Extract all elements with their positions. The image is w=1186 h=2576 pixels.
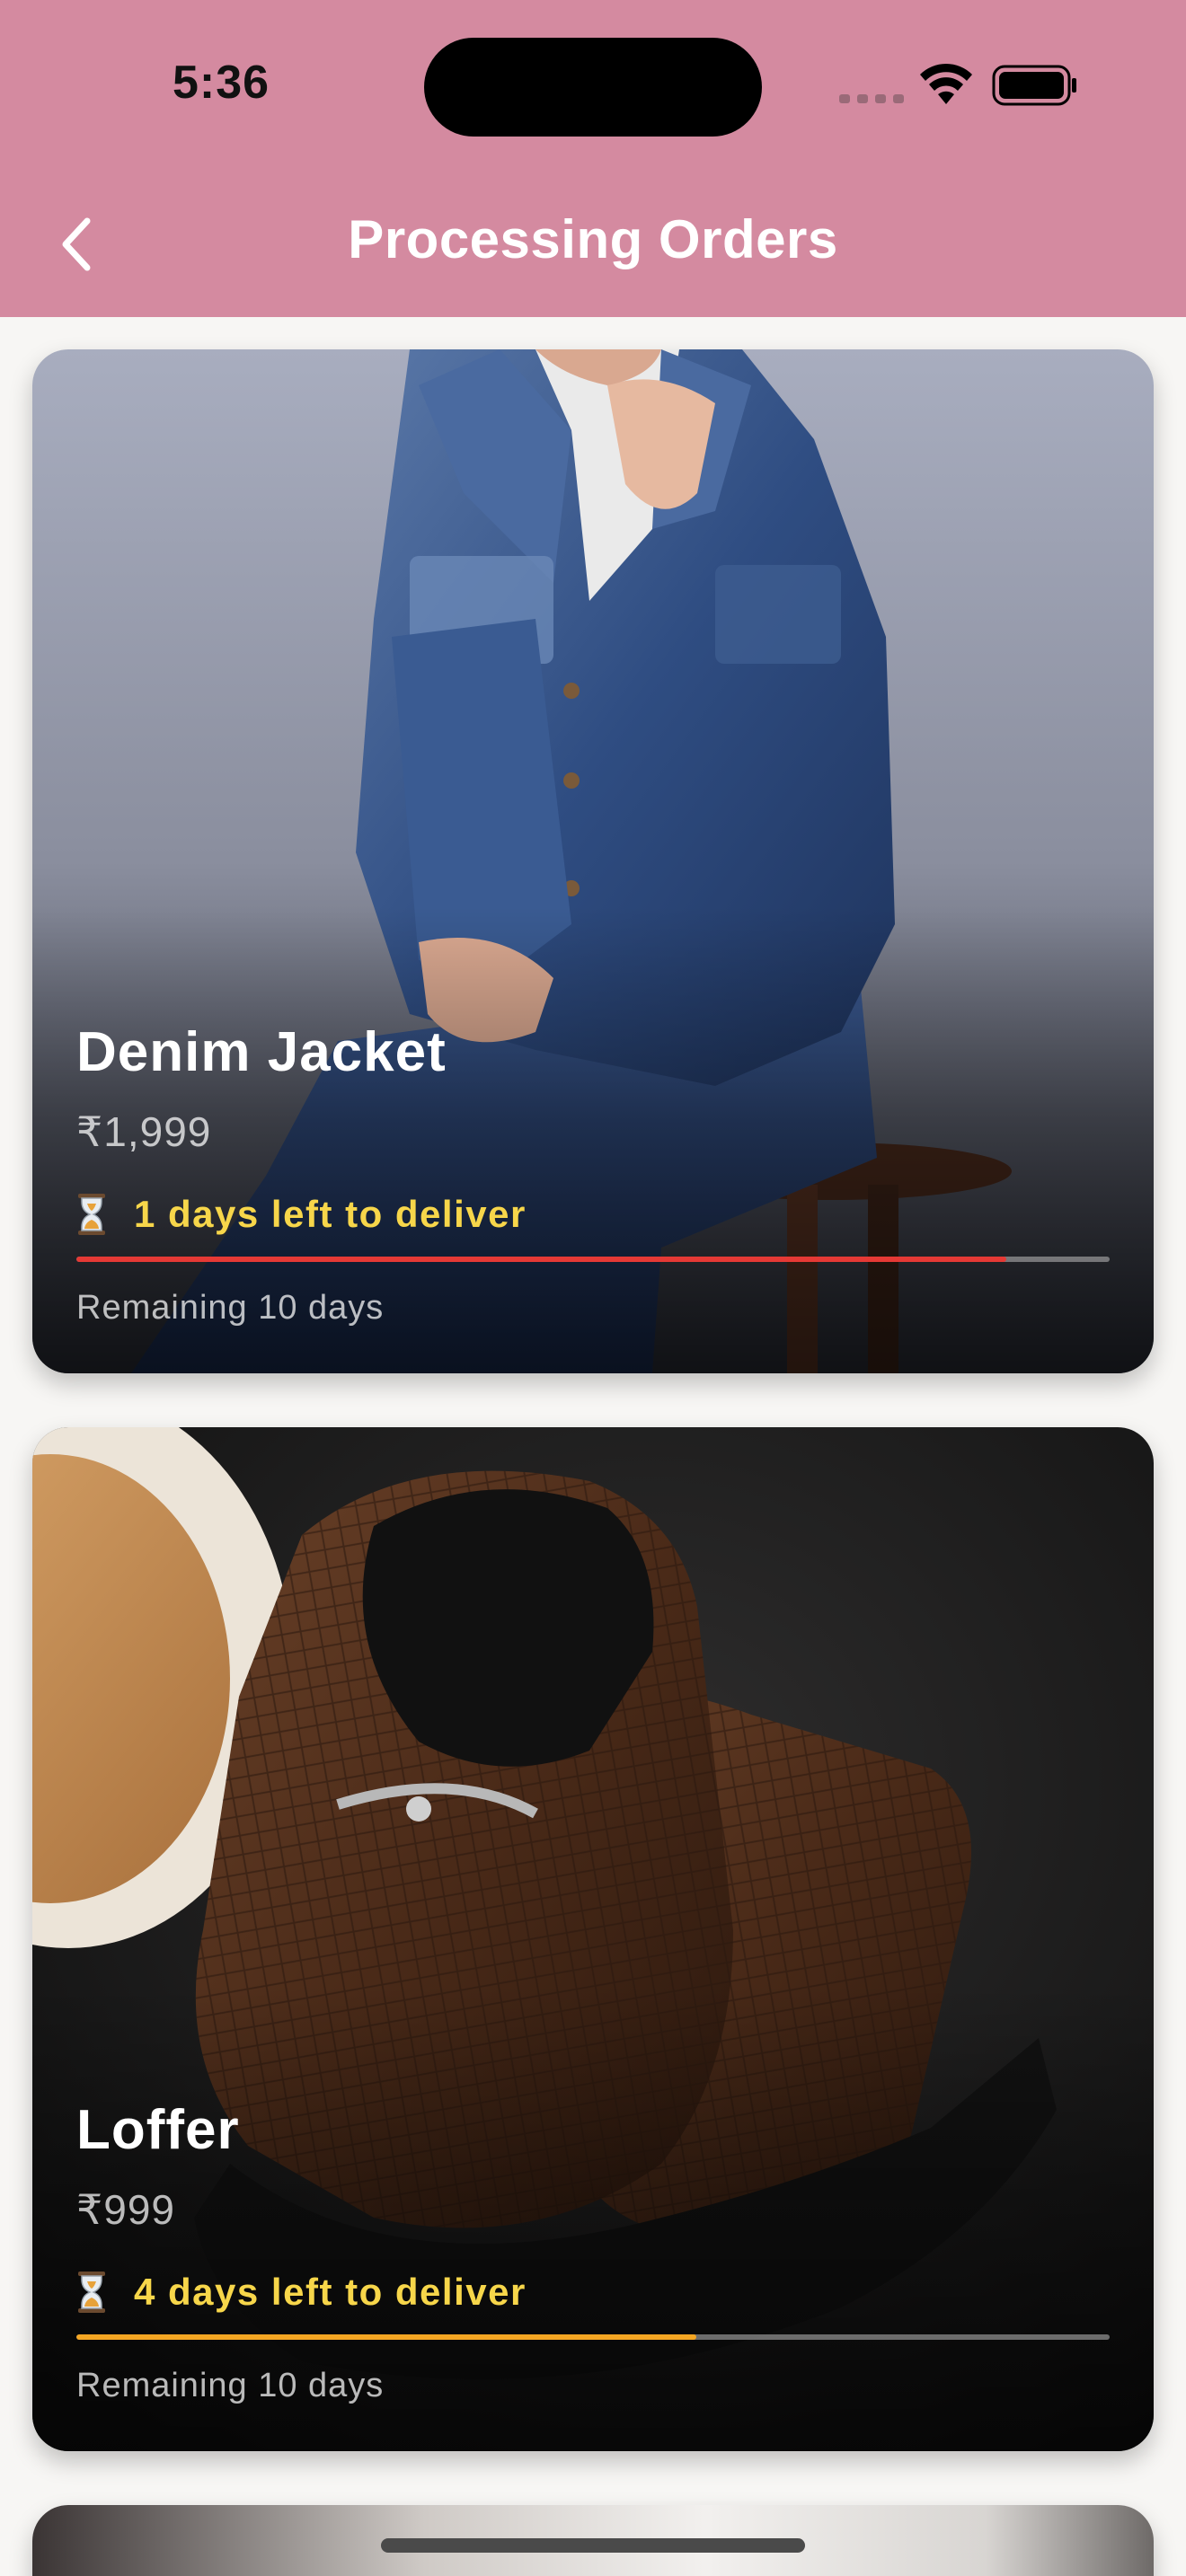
delivery-countdown: 4 days left to deliver xyxy=(134,2271,527,2313)
processing-orders-screen: 5:36 Processing Orders Denim Jacket ₹1,9… xyxy=(0,0,1186,2576)
hourglass-icon xyxy=(78,1194,105,1235)
cellular-signal-icon xyxy=(839,94,904,103)
product-price: ₹999 xyxy=(76,2186,176,2233)
dynamic-island xyxy=(424,38,762,137)
delivery-progress-bar xyxy=(76,1257,1110,1262)
status-time: 5:36 xyxy=(173,57,270,109)
delivery-progress-fill xyxy=(76,1257,1006,1262)
back-button[interactable] xyxy=(45,208,108,280)
chevron-left-icon xyxy=(62,217,91,271)
battery-icon xyxy=(992,65,1076,106)
remaining-days: Remaining 10 days xyxy=(76,1289,385,1327)
page-title: Processing Orders xyxy=(348,209,838,269)
product-name: Loffer xyxy=(76,2099,240,2161)
home-indicator[interactable] xyxy=(381,2538,805,2553)
delivery-status: 4 days left to deliver xyxy=(76,2270,1110,2315)
product-name: Denim Jacket xyxy=(76,1021,447,1083)
order-info: Denim Jacket ₹1,999 1 days left to deliv… xyxy=(76,1025,1110,1328)
delivery-countdown: 1 days left to deliver xyxy=(134,1193,527,1235)
remaining-days: Remaining 10 days xyxy=(76,2367,385,2404)
app-header: 5:36 Processing Orders xyxy=(0,0,1186,317)
delivery-status: 1 days left to deliver xyxy=(76,1192,1110,1237)
order-card[interactable]: Loffer ₹999 4 days left to deliver Remai… xyxy=(32,1427,1154,2451)
order-card[interactable]: Denim Jacket ₹1,999 1 days left to deliv… xyxy=(32,349,1154,1373)
order-info: Loffer ₹999 4 days left to deliver Remai… xyxy=(76,2103,1110,2405)
delivery-progress-fill xyxy=(76,2334,696,2340)
wifi-icon xyxy=(920,63,972,104)
hourglass-icon xyxy=(78,2272,105,2313)
delivery-progress-bar xyxy=(76,2334,1110,2340)
product-price: ₹1,999 xyxy=(76,1108,212,1155)
